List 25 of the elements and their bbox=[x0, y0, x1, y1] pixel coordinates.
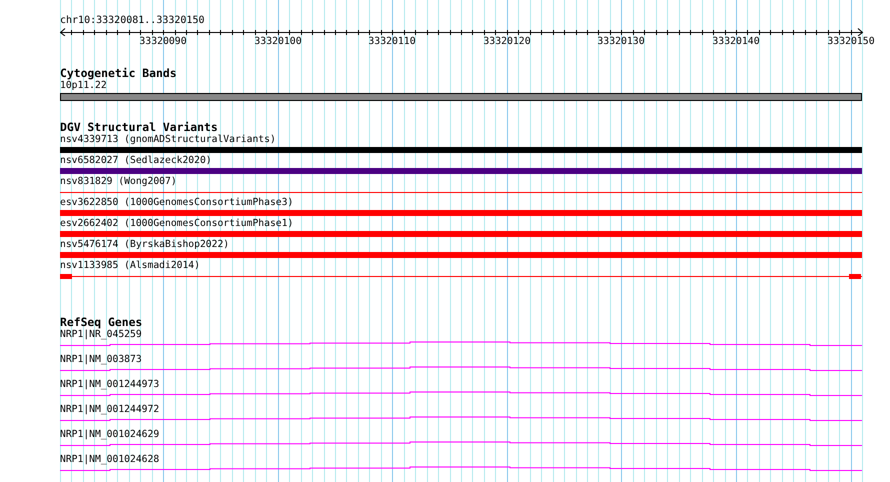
feature-label: NRP1|NR_045259 bbox=[60, 329, 142, 341]
ruler-tick-label: 33320100 bbox=[254, 36, 302, 48]
ruler-tick-label: 33320130 bbox=[597, 36, 645, 48]
feature-label: nsv1133985 (Alsmadi2014) bbox=[60, 260, 200, 272]
track-title: DGV Structural Variants bbox=[60, 121, 218, 134]
feature-label: esv3622850 (1000GenomesConsortiumPhase3) bbox=[60, 197, 294, 209]
feature-label: nsv5476174 (ByrskaBishop2022) bbox=[60, 239, 230, 251]
track-title: RefSeq Genes bbox=[60, 316, 142, 329]
ruler-tick-label: 33320090 bbox=[139, 36, 187, 48]
feature-label: NRP1|NM_001024629 bbox=[60, 429, 160, 441]
feature-label: NRP1|NM_001244973 bbox=[60, 379, 160, 391]
feature-label: NRP1|NM_001024628 bbox=[60, 454, 160, 466]
ruler-tick-label: 33320120 bbox=[483, 36, 531, 48]
ruler-tick-label: 33320150 bbox=[827, 36, 875, 48]
feature-label: NRP1|NM_001244972 bbox=[60, 404, 160, 416]
feature-label: NRP1|NM_003873 bbox=[60, 354, 142, 366]
location-label: chr10:33320081..33320150 bbox=[60, 14, 204, 28]
feature-label: nsv6582027 (Sedlazeck2020) bbox=[60, 155, 212, 167]
ruler-tick-label: 33320140 bbox=[712, 36, 760, 48]
track-title: Cytogenetic Bands bbox=[60, 67, 177, 80]
ruler-tick-label: 33320110 bbox=[368, 36, 416, 48]
feature-label: esv2662402 (1000GenomesConsortiumPhase1) bbox=[60, 218, 294, 230]
feature-label: nsv831829 (Wong2007) bbox=[60, 176, 177, 188]
feature-label: nsv4339713 (gnomADStructuralVariants) bbox=[60, 134, 276, 146]
feature-label: 10p11.22 bbox=[60, 80, 107, 92]
